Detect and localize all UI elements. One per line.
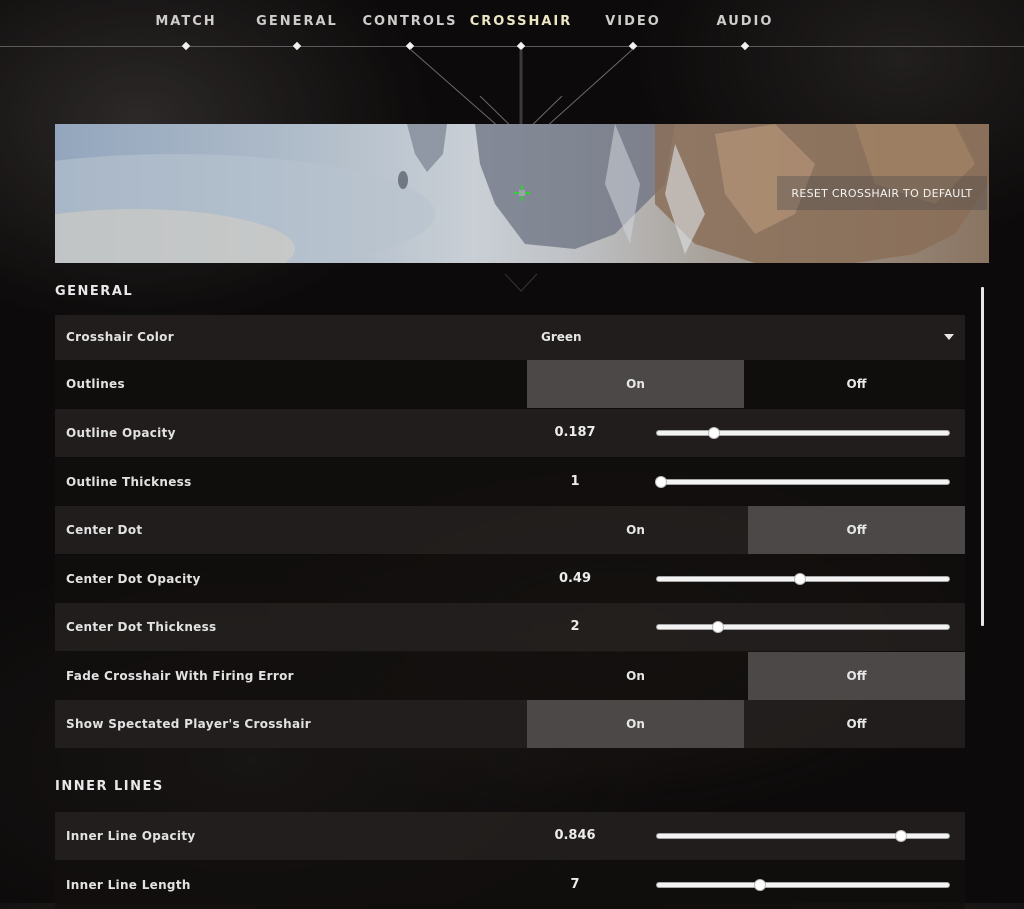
setting-label: Outline Thickness [66,475,192,489]
setting-label: Inner Line Length [66,878,191,892]
setting-row-show-spectated-crosshair: Show Spectated Player's Crosshair On Off [55,700,965,748]
show-spectated-off-button[interactable]: Off [748,700,965,748]
setting-row-crosshair-color: Crosshair Color Green [55,315,965,360]
tab-audio[interactable]: AUDIO [685,14,805,29]
center-dot-thickness-slider[interactable] [656,622,950,632]
slider-value: 7 [570,877,580,892]
slider-value: 0.49 [558,571,592,586]
slider-thumb[interactable] [755,880,766,890]
slider-thumb[interactable] [795,574,806,584]
setting-label: Inner Line Opacity [66,829,196,843]
setting-row-inner-line-opacity: Inner Line Opacity 0.846 [55,812,965,860]
slider-thumb[interactable] [656,477,666,487]
setting-row-center-dot: Center Dot On Off [55,506,965,554]
outline-opacity-slider[interactable] [656,428,950,438]
tab-bar-divider [0,46,1024,47]
crosshair-preview-reticle [514,185,530,201]
slider-thumb[interactable] [896,831,907,841]
settings-scrollbar[interactable] [981,287,984,903]
crosshair-color-dropdown[interactable]: Green [527,315,965,359]
show-spectated-on-button[interactable]: On [527,700,744,748]
reset-crosshair-button[interactable]: RESET CROSSHAIR TO DEFAULT [777,176,987,210]
setting-label: Center Dot [66,523,143,537]
dropdown-value: Green [541,330,582,344]
setting-row-outlines: Outlines On Off [55,360,965,408]
setting-row-outline-opacity: Outline Opacity 0.187 [55,409,965,457]
section-title-inner-lines: INNER LINES [55,779,164,794]
tab-video[interactable]: VIDEO [573,14,693,29]
setting-label: Fade Crosshair With Firing Error [66,669,294,683]
setting-row-inner-line-length: Inner Line Length 7 [55,861,965,909]
setting-label: Center Dot Opacity [66,572,201,586]
tab-crosshair[interactable]: CROSSHAIR [461,14,581,29]
setting-label: Outline Opacity [66,426,176,440]
tab-match[interactable]: MATCH [126,14,246,29]
inner-line-length-slider[interactable] [656,880,950,890]
setting-row-center-dot-thickness: Center Dot Thickness 2 [55,603,965,651]
inner-line-opacity-slider[interactable] [656,831,950,841]
setting-row-fade-crosshair: Fade Crosshair With Firing Error On Off [55,652,965,700]
tab-general[interactable]: GENERAL [237,14,357,29]
outlines-on-button[interactable]: On [527,360,744,408]
slider-value: 2 [570,619,580,634]
tab-controls[interactable]: CONTROLS [350,14,470,29]
slider-value: 0.846 [554,828,596,843]
setting-label: Outlines [66,377,125,391]
center-dot-off-button[interactable]: Off [748,506,965,554]
tab-marker-diamond [181,41,191,51]
setting-row-outline-thickness: Outline Thickness 1 [55,458,965,506]
center-dot-opacity-slider[interactable] [656,574,950,584]
fade-crosshair-on-button[interactable]: On [527,652,744,700]
slider-value: 1 [570,474,580,489]
section-title-general: GENERAL [55,284,134,299]
tab-marker-diamond [292,41,302,51]
fade-crosshair-off-button[interactable]: Off [748,652,965,700]
setting-row-center-dot-opacity: Center Dot Opacity 0.49 [55,555,965,603]
slider-thumb[interactable] [709,428,720,438]
chevron-down-icon [944,334,954,340]
scrollbar-thumb[interactable] [981,287,984,626]
tab-marker-diamond [516,41,526,51]
setting-label: Center Dot Thickness [66,620,217,634]
slider-value: 0.187 [554,425,596,440]
tab-marker-diamond [405,41,415,51]
tab-marker-diamond [740,41,750,51]
setting-label: Crosshair Color [66,330,174,344]
settings-tab-bar: MATCH GENERAL CONTROLS CROSSHAIR VIDEO A… [0,0,1024,60]
outlines-off-button[interactable]: Off [748,360,965,408]
outline-thickness-slider[interactable] [656,477,950,487]
center-dot-on-button[interactable]: On [527,506,744,554]
slider-thumb[interactable] [712,622,723,632]
tab-marker-diamond [628,41,638,51]
setting-label: Show Spectated Player's Crosshair [66,717,311,731]
